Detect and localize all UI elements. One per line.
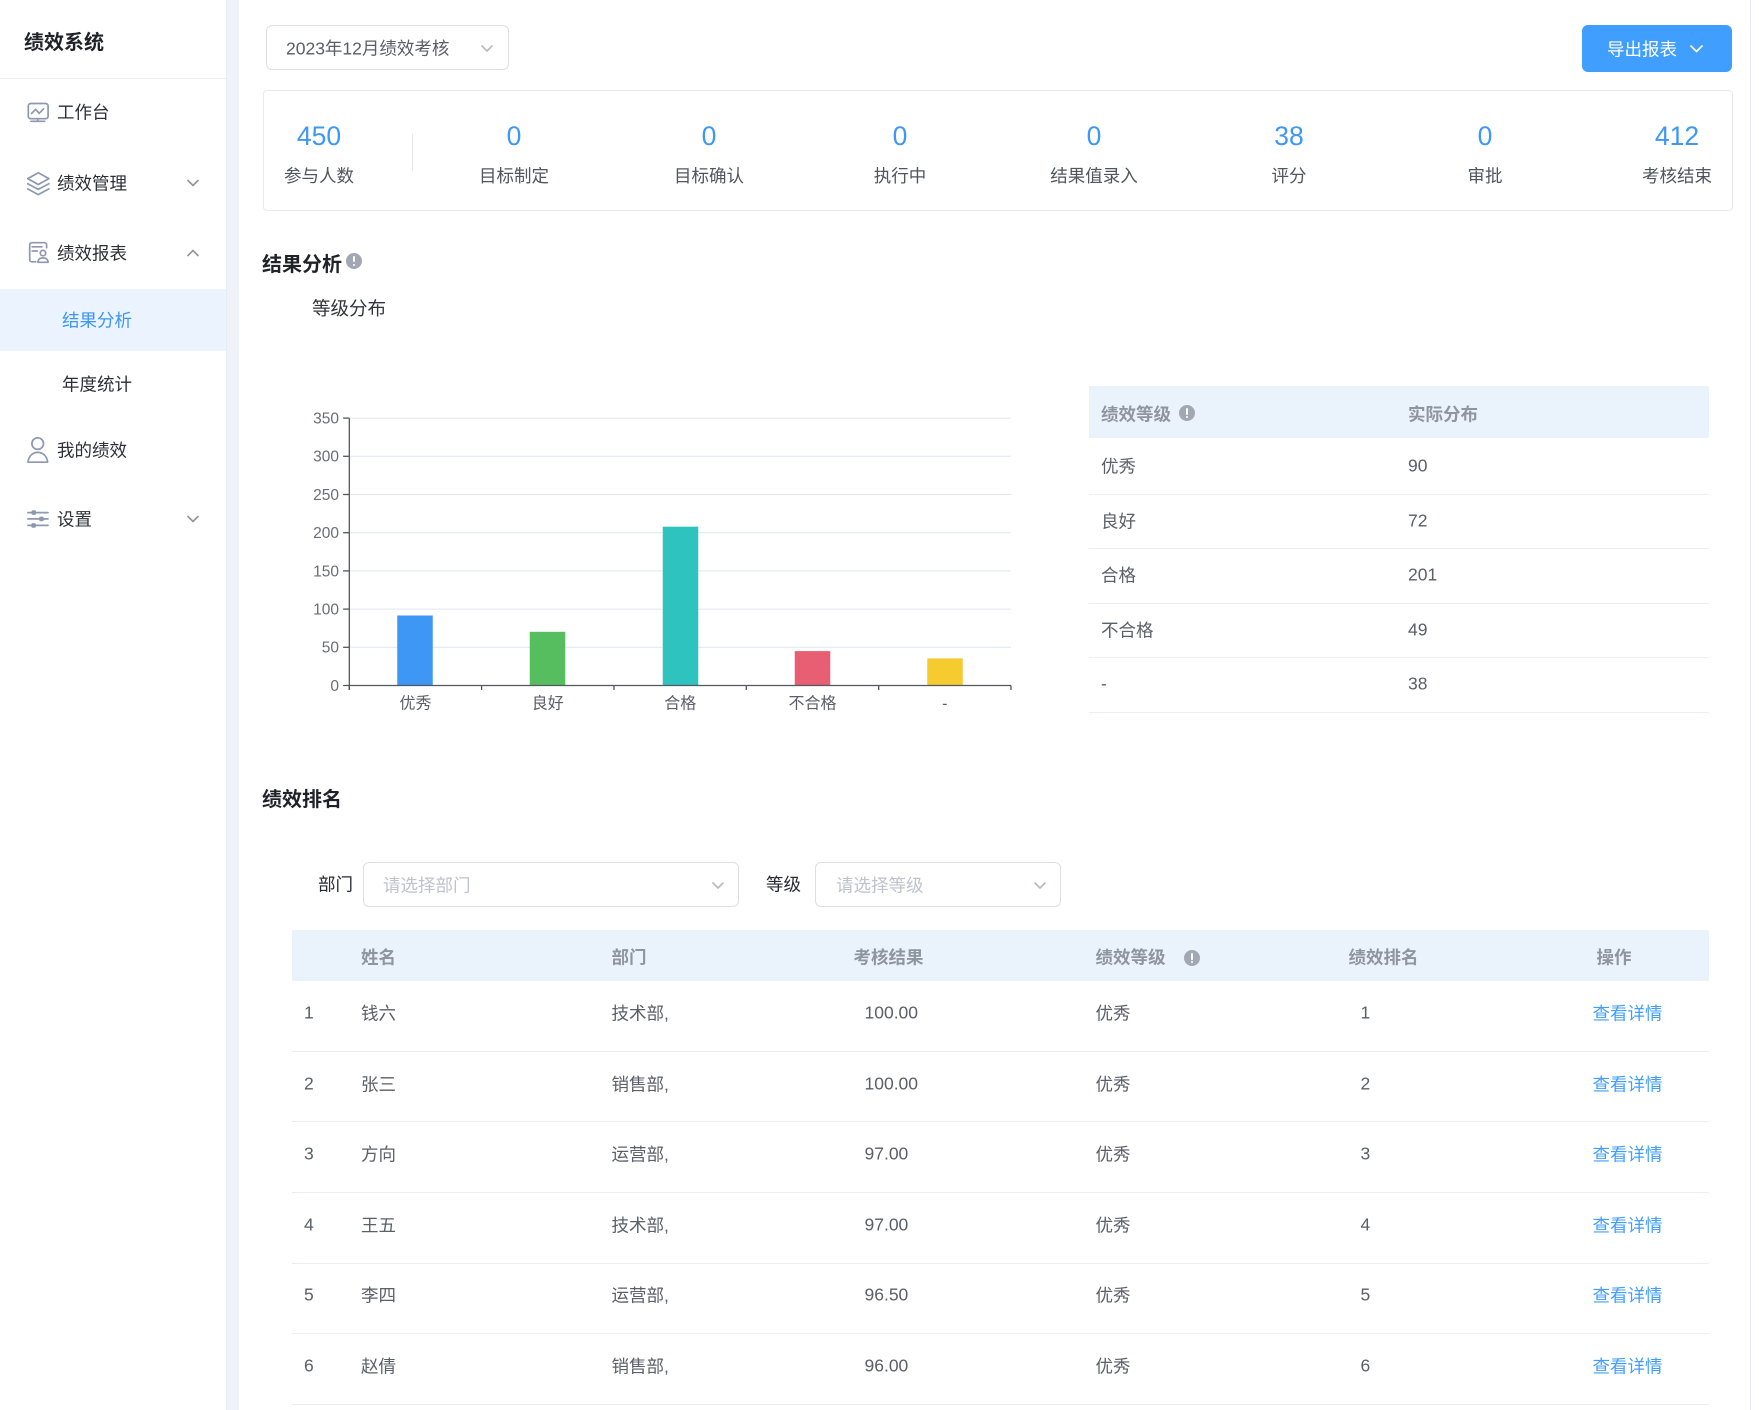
svg-text:优秀: 优秀: [399, 695, 431, 713]
svg-text:100: 100: [313, 602, 339, 619]
svg-text:350: 350: [313, 411, 339, 428]
svg-text:50: 50: [322, 640, 340, 657]
svg-text:不合格: 不合格: [788, 695, 836, 713]
svg-text:良好: 良好: [532, 695, 564, 713]
svg-text:合格: 合格: [664, 695, 696, 713]
svg-text:150: 150: [313, 563, 339, 580]
svg-text:0: 0: [330, 678, 339, 695]
svg-text:200: 200: [313, 525, 339, 542]
svg-text:250: 250: [313, 487, 339, 504]
svg-text:300: 300: [313, 449, 339, 466]
svg-text:-: -: [942, 696, 947, 713]
